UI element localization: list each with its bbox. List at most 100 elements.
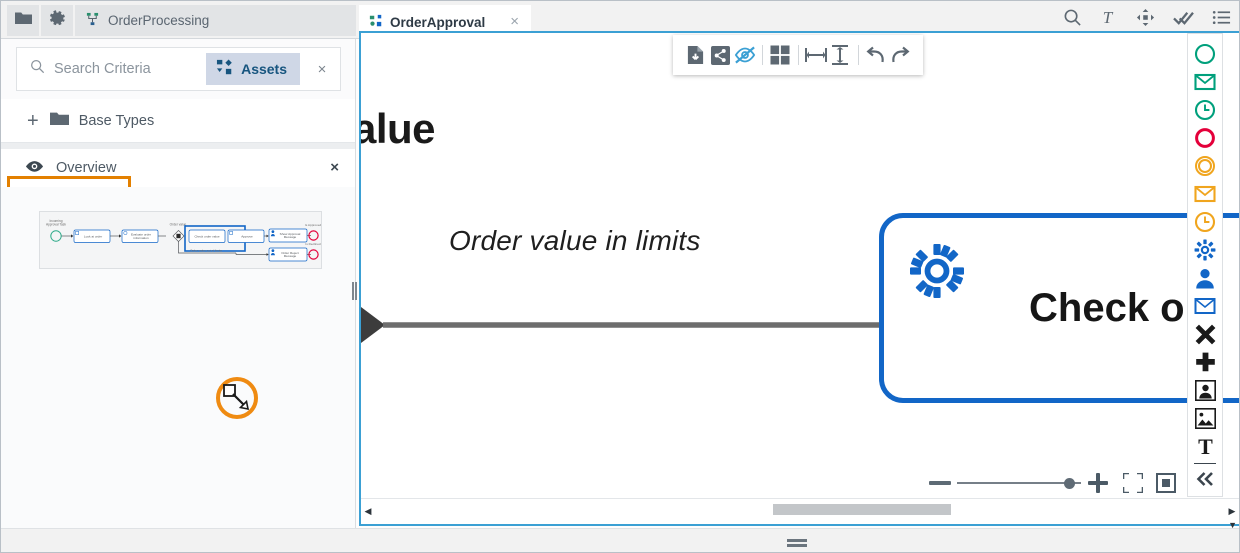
horizontal-scrollbar[interactable]: ◀ ▶ — [361, 498, 1239, 524]
service-task-node[interactable]: Check ou — [879, 213, 1239, 403]
exclusive-gateway-tool[interactable] — [1188, 320, 1222, 348]
gear-icon — [49, 9, 66, 32]
text-format-icon[interactable]: T — [1100, 8, 1118, 32]
text-annotation-tool[interactable]: T — [1188, 432, 1222, 460]
assets-icon — [216, 59, 234, 79]
bpmn-diagram-icon — [369, 14, 383, 31]
list-icon[interactable] — [1212, 8, 1231, 32]
folder-icon — [14, 11, 32, 30]
zoom-controls — [923, 468, 1183, 498]
application-window: OrderProcessing OrderApproval × T Search… — [0, 0, 1240, 553]
canvas-float-toolbar — [673, 35, 923, 75]
overview-thumbnail[interactable]: Incoming Approval Task Look at order Eva… — [39, 211, 322, 269]
eye-icon — [25, 160, 44, 177]
folder-button[interactable] — [7, 5, 39, 36]
tab-close-icon[interactable]: × — [510, 14, 519, 29]
scrollbar-trough[interactable] — [375, 499, 1225, 525]
sequence-flow-label: Order value in limits — [449, 225, 701, 256]
process-diagram-icon — [85, 12, 100, 29]
overview-header[interactable]: Overview × — [1, 149, 355, 187]
svg-text:Approve: Approve — [241, 234, 253, 238]
search-icon — [30, 59, 45, 79]
base-types-label: Base Types — [78, 112, 155, 129]
zoom-in-button[interactable] — [1081, 473, 1116, 493]
overview-close-icon[interactable]: × — [330, 159, 339, 176]
gear-icon — [906, 240, 968, 307]
folder-icon — [49, 111, 69, 130]
start-event-timer-tool[interactable] — [1188, 96, 1222, 124]
tab-order-processing[interactable]: OrderProcessing — [75, 5, 356, 36]
toolbar-separator — [762, 45, 763, 65]
scroll-left-arrow[interactable]: ◀ — [361, 506, 375, 517]
search-bar[interactable]: Search Criteria Assets × — [16, 47, 341, 91]
svg-text:T: T — [1103, 8, 1114, 27]
search-icon[interactable] — [1063, 8, 1082, 32]
message-task-tool[interactable] — [1188, 292, 1222, 320]
bottom-resize-grip[interactable] — [787, 539, 807, 549]
service-task-label: Check ou — [1029, 286, 1210, 330]
svg-text:Order value out of limits: Order value out of limits — [190, 249, 222, 253]
overview-label: Overview — [56, 160, 117, 176]
add-base-type-button[interactable]: + — [27, 111, 39, 131]
sequence-flow-arrow[interactable] — [361, 305, 884, 349]
intermediate-event-none-tool[interactable] — [1188, 152, 1222, 180]
svg-text:Message: Message — [284, 254, 297, 258]
zoom-slider[interactable] — [956, 475, 1081, 491]
fit-to-screen-icon[interactable] — [1116, 473, 1150, 493]
svg-text:information: information — [133, 236, 149, 240]
collapse-palette-button[interactable] — [1188, 465, 1222, 493]
scroll-right-arrow[interactable]: ▶ — [1225, 506, 1239, 517]
export-file-icon[interactable] — [683, 41, 708, 69]
diagram-editor[interactable]: alue Order value in limits Check ou ◀ ▶ — [359, 31, 1239, 526]
svg-text:Check order value: Check order value — [194, 234, 219, 238]
settings-button[interactable] — [41, 5, 73, 36]
double-check-icon[interactable] — [1173, 8, 1194, 32]
toolbar-separator — [857, 45, 859, 65]
scrollbar-thumb[interactable] — [773, 503, 951, 515]
assets-chip-label: Assets — [241, 61, 287, 77]
assets-filter-chip[interactable]: Assets — [206, 53, 300, 85]
zoom-out-button[interactable] — [923, 479, 957, 487]
element-palette: T — [1187, 33, 1223, 497]
clipped-title-text: alue — [361, 105, 436, 152]
share-icon[interactable] — [708, 41, 733, 69]
undo-icon[interactable] — [864, 41, 889, 69]
horizontal-spacing-icon[interactable] — [803, 41, 828, 69]
image-annotation-tool[interactable] — [1188, 404, 1222, 432]
end-event-none-tool[interactable] — [1188, 124, 1222, 152]
vertical-spacing-icon[interactable] — [828, 41, 853, 69]
diagram-canvas[interactable]: alue Order value in limits Check ou — [361, 33, 1239, 498]
palette-divider — [1194, 463, 1216, 464]
service-task-tool[interactable] — [1188, 236, 1222, 264]
pool-participant-tool[interactable] — [1188, 376, 1222, 404]
tab-order-approval-label: OrderApproval — [390, 14, 486, 30]
search-input-placeholder[interactable]: Search Criteria — [54, 61, 206, 77]
intermediate-event-timer-tool[interactable] — [1188, 208, 1222, 236]
start-event-none-tool[interactable] — [1188, 40, 1222, 68]
svg-text:Order value: Order value — [170, 223, 187, 227]
svg-text:Is Declined: Is Declined — [305, 242, 321, 246]
intermediate-event-message-tool[interactable] — [1188, 180, 1222, 208]
bottom-status-strip — [1, 528, 1239, 552]
hide-eye-icon[interactable] — [732, 41, 757, 69]
panel-splitter-handle[interactable] — [351, 282, 358, 300]
redo-icon[interactable] — [888, 41, 913, 69]
grid-layout-icon[interactable] — [768, 41, 793, 69]
actual-size-icon[interactable] — [1149, 473, 1183, 493]
svg-text:Approval Task: Approval Task — [46, 223, 66, 227]
toolbar-separator — [797, 45, 799, 65]
tab-order-processing-label: OrderProcessing — [108, 13, 210, 28]
parallel-gateway-tool[interactable] — [1188, 348, 1222, 376]
left-sidebar: Search Criteria Assets × + Base Types Ov… — [1, 39, 355, 552]
svg-text:Look at order: Look at order — [84, 234, 102, 238]
drag-cursor-icon — [219, 380, 255, 416]
base-types-row[interactable]: + Base Types — [1, 99, 355, 143]
search-clear-icon[interactable]: × — [304, 61, 340, 78]
svg-text:Message: Message — [284, 235, 297, 239]
svg-text:Is Approved: Is Approved — [305, 223, 321, 227]
zoom-slider-knob[interactable] — [1063, 478, 1075, 489]
move-icon[interactable] — [1136, 8, 1155, 32]
start-event-message-tool[interactable] — [1188, 68, 1222, 96]
zoom-slider-track — [956, 482, 1081, 484]
user-task-tool[interactable] — [1188, 264, 1222, 292]
